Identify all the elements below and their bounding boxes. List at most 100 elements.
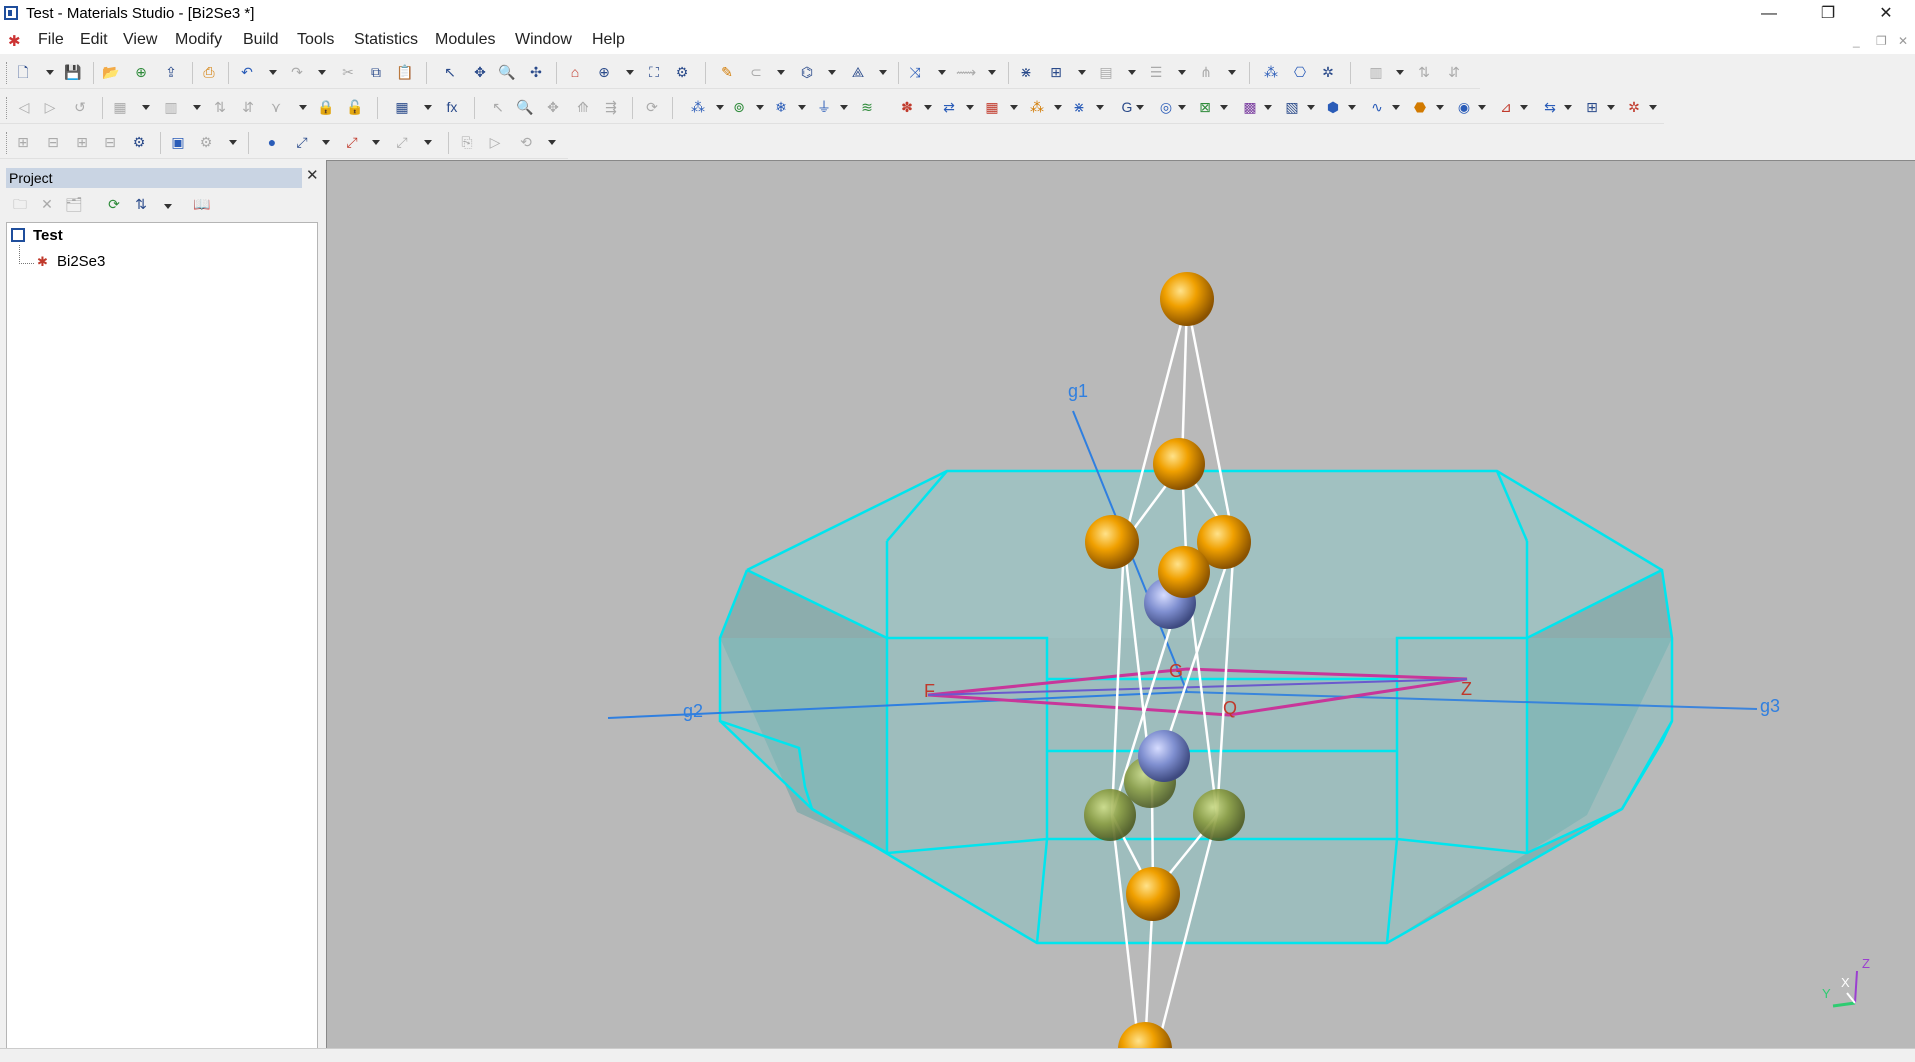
function-icon[interactable]: fx — [442, 98, 462, 116]
undo-icon[interactable]: ↶ — [237, 63, 257, 81]
toolbar-grip[interactable] — [6, 62, 10, 84]
close-button[interactable]: ✕ — [1858, 0, 1914, 28]
polymorph-icon[interactable]: ⇆ — [1540, 98, 1560, 116]
previous-frame-icon[interactable]: ◁ — [14, 98, 34, 116]
sketch-fragment-icon[interactable]: ⌬ — [797, 63, 817, 81]
dropdown-arrow[interactable] — [1136, 105, 1144, 110]
mdi-close-button[interactable]: ✕ — [1898, 34, 1908, 48]
selection-mode-icon[interactable]: ↖ — [440, 63, 460, 81]
se-atom[interactable] — [1193, 789, 1245, 841]
collapse-icon[interactable]: ⊟ — [43, 133, 63, 151]
tile-icon[interactable]: ⚙ — [196, 133, 216, 151]
chart-icon[interactable]: ▥ — [1366, 63, 1386, 81]
dropdown-arrow[interactable] — [269, 70, 277, 75]
grid-icon[interactable]: ▦ — [392, 98, 412, 116]
table-icon[interactable]: ▦ — [110, 98, 130, 116]
dropdown-arrow[interactable] — [1228, 70, 1236, 75]
dropdown-arrow[interactable] — [1436, 105, 1444, 110]
structure-viewer[interactable]: g1 g2 g3 F Z G Q Z Y X — [326, 160, 1915, 1049]
dropdown-arrow[interactable] — [318, 70, 326, 75]
next-frame-icon[interactable]: ▷ — [40, 98, 60, 116]
dropdown-arrow[interactable] — [1564, 105, 1572, 110]
build-crystal-icon[interactable]: ✲ — [1318, 63, 1338, 81]
sort-za-icon[interactable]: ⇵ — [238, 98, 258, 116]
blends-icon[interactable]: ▦ — [982, 98, 1002, 116]
group-icon[interactable]: ⋔ — [1196, 63, 1216, 81]
adsorption-icon[interactable]: ✽ — [897, 98, 917, 116]
scale-icon[interactable]: ⟰ — [573, 98, 593, 116]
pan-icon[interactable]: ✥ — [543, 98, 563, 116]
mdi-minimize-button[interactable]: _ — [1853, 34, 1860, 48]
dmol3-icon[interactable]: ◎ — [1156, 98, 1176, 116]
new-document-icon[interactable]: 🗋 — [13, 63, 33, 81]
save-icon[interactable]: 💾 — [63, 63, 83, 81]
display-icon[interactable]: ▣ — [168, 133, 188, 151]
menu-view[interactable]: View — [123, 31, 157, 49]
fit-to-screen-icon[interactable]: ⛶ — [644, 63, 664, 81]
cut-icon[interactable]: ✂ — [338, 63, 358, 81]
center-view-icon[interactable]: ⊕ — [594, 63, 614, 81]
modify-element-icon[interactable]: ⟁ — [848, 63, 868, 81]
menu-statistics[interactable]: Statistics — [354, 31, 418, 49]
pointer-icon[interactable]: ↖ — [488, 98, 508, 116]
menu-help[interactable]: Help — [592, 31, 625, 49]
measure-icon[interactable]: ⋇ — [1016, 63, 1036, 81]
build-surface-icon[interactable]: ⏚ — [814, 98, 834, 116]
se-atom[interactable] — [1084, 789, 1136, 841]
build-layer-icon[interactable]: ❄ — [771, 98, 791, 116]
dropdown-arrow[interactable] — [1392, 105, 1400, 110]
brillouin-zone-view[interactable]: g1 g2 g3 F Z G Q Z Y X — [327, 161, 1915, 1049]
color-code-icon[interactable]: ▤ — [1096, 63, 1116, 81]
dftb-icon[interactable]: ⊠ — [1195, 98, 1215, 116]
conformers-icon[interactable]: ⋇ — [1069, 98, 1089, 116]
dropdown-arrow[interactable] — [46, 70, 54, 75]
castep-icon[interactable]: ⁂ — [1027, 98, 1047, 116]
dropdown-arrow[interactable] — [966, 105, 974, 110]
mesocite-icon[interactable]: ⬢ — [1323, 98, 1343, 116]
dropdown-arrow[interactable] — [1128, 70, 1136, 75]
menu-tools[interactable]: Tools — [297, 31, 334, 49]
bi-atom[interactable] — [1158, 546, 1210, 598]
reset-view-icon[interactable]: ⌂ — [565, 63, 585, 81]
paste-icon[interactable]: 📋 — [395, 63, 415, 81]
find-symmetry-icon[interactable]: ⎔ — [1290, 63, 1310, 81]
dropdown-arrow[interactable] — [299, 105, 307, 110]
sort-icon[interactable]: ⇅ — [131, 195, 151, 213]
dropdown-arrow[interactable] — [798, 105, 806, 110]
translate-mode-icon[interactable]: ✣ — [526, 63, 546, 81]
new-folder-icon[interactable]: 🗀 — [10, 195, 30, 213]
dropdown-arrow[interactable] — [1520, 105, 1528, 110]
menu-file[interactable]: File — [38, 31, 64, 49]
tree-item-test[interactable]: Test — [11, 227, 63, 244]
bond-type-icon[interactable]: ⤢ — [342, 133, 362, 151]
reflex-icon[interactable]: ⬣ — [1410, 98, 1430, 116]
dropdown-arrow[interactable] — [1649, 105, 1657, 110]
dropdown-arrow[interactable] — [424, 105, 432, 110]
sketch-ring-icon[interactable]: ⊂ — [746, 63, 766, 81]
toolbar-grip[interactable] — [6, 132, 10, 154]
zoom-mode-icon[interactable]: 🔍 — [497, 63, 517, 81]
dropdown-arrow[interactable] — [1178, 70, 1186, 75]
dropdown-arrow[interactable] — [193, 105, 201, 110]
insert-icon[interactable]: ⊞ — [72, 133, 92, 151]
dropdown-arrow[interactable] — [322, 140, 330, 145]
dropdown-arrow[interactable] — [1054, 105, 1062, 110]
zoom-icon[interactable]: 🔍 — [515, 98, 535, 116]
dropdown-arrow[interactable] — [164, 204, 172, 209]
dropdown-arrow[interactable] — [1348, 105, 1356, 110]
menu-window[interactable]: Window — [515, 31, 572, 49]
add-bond-icon[interactable]: ⤢ — [292, 133, 312, 151]
clean-icon[interactable]: ⤨ — [905, 63, 925, 81]
dropdown-arrow[interactable] — [1010, 105, 1018, 110]
import-icon[interactable]: ⊕ — [131, 63, 151, 81]
dropdown-arrow[interactable] — [1307, 105, 1315, 110]
unlock-icon[interactable]: 🔓 — [345, 98, 365, 116]
menu-edit[interactable]: Edit — [80, 31, 108, 49]
dropdown-arrow[interactable] — [716, 105, 724, 110]
dropdown-arrow[interactable] — [938, 70, 946, 75]
run-icon[interactable]: ▷ — [485, 133, 505, 151]
restore-button[interactable]: ❐ — [1800, 0, 1856, 28]
dropdown-arrow[interactable] — [988, 70, 996, 75]
hydrogen-icon[interactable]: ⤢ — [392, 133, 412, 151]
menu-modify[interactable]: Modify — [175, 31, 222, 49]
